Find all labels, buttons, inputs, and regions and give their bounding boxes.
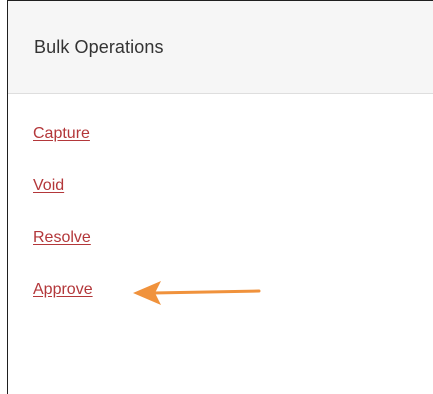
approve-link[interactable]: Approve [33,281,93,299]
left-arrow-icon [133,281,261,305]
bulk-operations-panel: Bulk Operations Capture Void Resolve App… [7,0,433,394]
capture-link[interactable]: Capture [33,125,90,143]
panel-title: Bulk Operations [34,36,164,57]
panel-header: Bulk Operations [8,1,433,94]
void-link[interactable]: Void [33,177,64,195]
resolve-link[interactable]: Resolve [33,229,91,247]
panel-body: Capture Void Resolve Approve [8,94,433,299]
